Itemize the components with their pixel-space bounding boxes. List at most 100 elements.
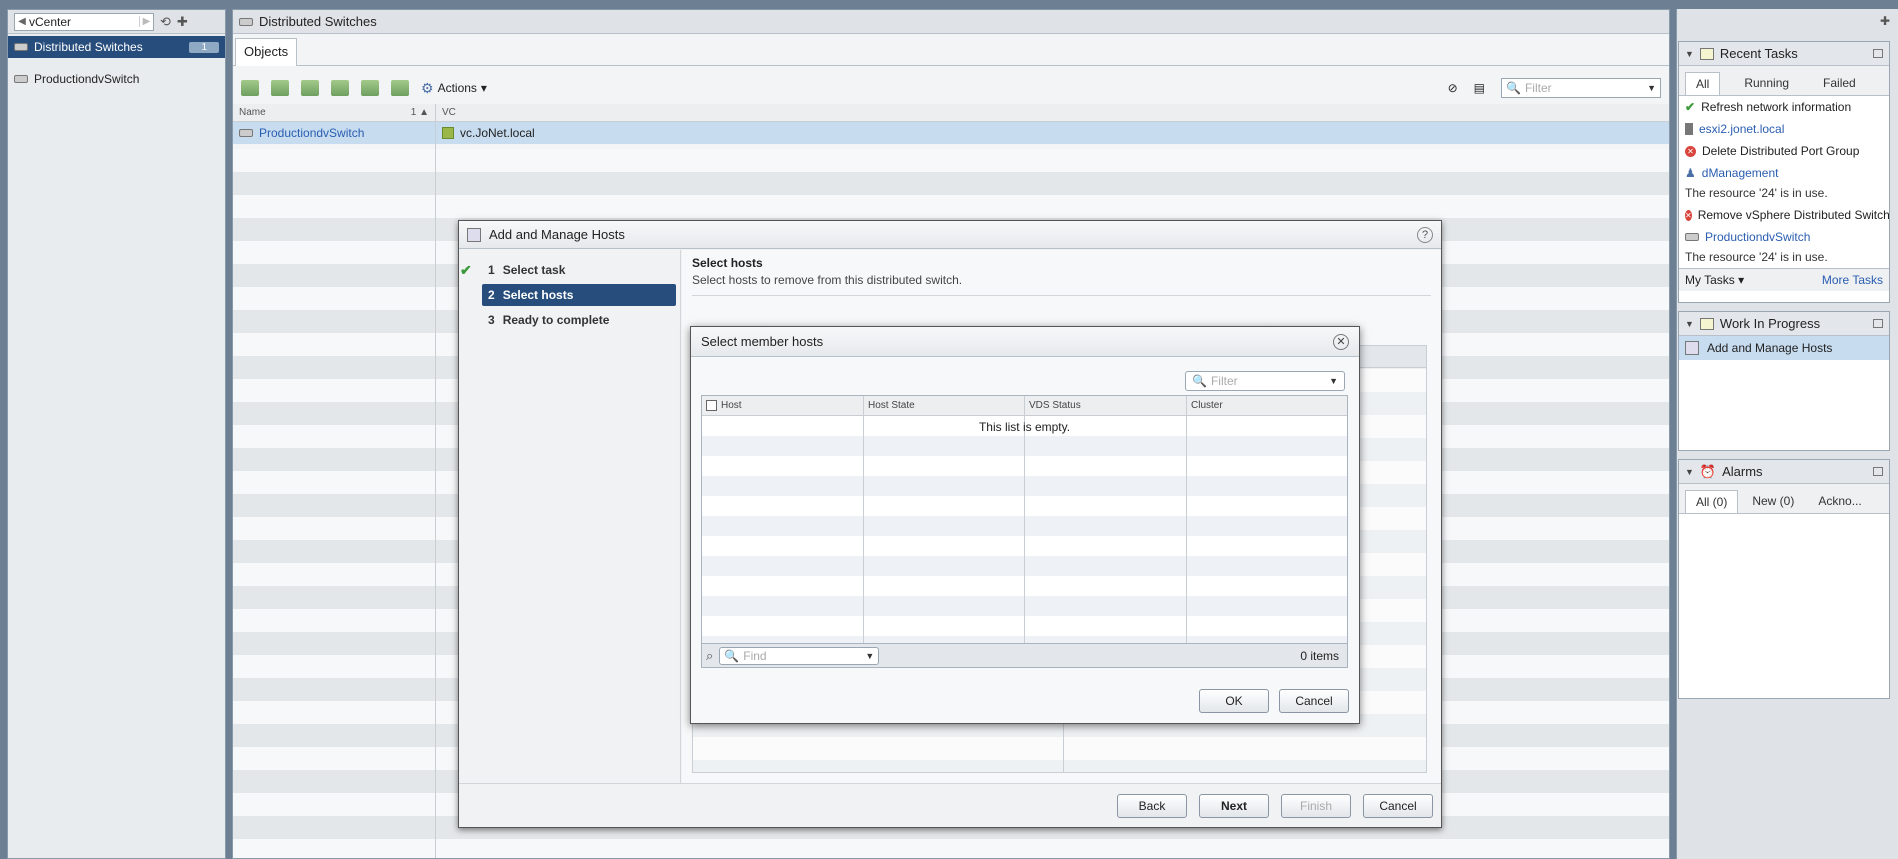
search-icon: 🔍 (724, 648, 740, 663)
alarms-title: Alarms (1722, 464, 1763, 479)
wizard-step-select-task[interactable]: ✔ 1 Select task (460, 259, 676, 281)
distributed-switch-icon (14, 43, 28, 51)
step-label: Select hosts (502, 288, 574, 302)
clear-filter-icon[interactable]: ⊘ (1448, 81, 1458, 95)
tab-objects[interactable]: Objects (235, 38, 298, 66)
export-config-icon[interactable] (391, 80, 409, 96)
task-name: Refresh network information (1701, 100, 1852, 114)
task-error-message: The resource '24' is in use. (1685, 186, 1828, 200)
my-tasks-dropdown[interactable]: My Tasks ▾ (1685, 273, 1744, 287)
maximize-icon[interactable] (1873, 49, 1883, 58)
new-switch-icon[interactable] (241, 80, 259, 96)
select-member-hosts-dialog: Select member hosts ✕ 🔍 Filter ▼ Host Ho… (690, 326, 1360, 724)
tab-all-alarms[interactable]: All (0) (1685, 490, 1739, 513)
step-label: Ready to complete (502, 313, 610, 327)
column-header-host-state[interactable]: Host State (864, 396, 1025, 415)
wizard-step-select-hosts[interactable]: 2 Select hosts (482, 284, 676, 306)
objects-filter-input[interactable]: 🔍 Filter ▼ (1501, 78, 1661, 98)
new-port-group-icon[interactable] (331, 80, 349, 96)
member-hosts-grid: Host Host State VDS Status Cluster This … (701, 395, 1348, 668)
right-panel: ✚ ▼ Recent Tasks All Running Failed ✔ Re… (1676, 9, 1898, 859)
alarms-tabs: All (0) New (0) Ackno... (1679, 484, 1889, 514)
cancel-button[interactable]: Cancel (1363, 793, 1433, 818)
tab-new-alarms[interactable]: New (0) (1742, 490, 1804, 513)
history-icon[interactable]: ⟲ (160, 14, 171, 30)
member-filter-input[interactable]: 🔍 Filter ▼ (1185, 371, 1345, 391)
select-all-checkbox[interactable] (706, 400, 717, 411)
chevron-left-icon: ◀ (18, 16, 26, 27)
add-manage-hosts-icon (1685, 341, 1699, 355)
error-icon: ✕ (1685, 209, 1692, 221)
more-tasks-link[interactable]: More Tasks (1822, 273, 1883, 287)
manage-port-groups-icon[interactable] (361, 80, 379, 96)
row-name-link[interactable]: ProductiondvSwitch (259, 126, 364, 140)
wip-icon (1699, 317, 1714, 330)
chevron-right-icon[interactable]: ▶ (139, 16, 153, 27)
maximize-icon[interactable] (1873, 467, 1883, 476)
collapse-icon[interactable]: ▼ (1685, 49, 1694, 59)
chevron-down-icon[interactable]: ▼ (1329, 376, 1338, 386)
recent-tasks-footer: My Tasks ▾ More Tasks (1679, 268, 1889, 291)
task-target-link[interactable]: esxi2.jonet.local (1699, 122, 1784, 136)
member-grid-header: Host Host State VDS Status Cluster (702, 396, 1347, 416)
ok-button[interactable]: OK (1199, 689, 1269, 713)
column-header-name-label: Name (239, 107, 266, 118)
column-header-host-label: Host (721, 400, 742, 411)
collapse-icon[interactable]: ▼ (1685, 467, 1694, 477)
chevron-down-icon[interactable]: ▼ (1647, 83, 1656, 93)
objects-filter-placeholder: Filter (1524, 81, 1552, 95)
success-check-icon: ✔ (1685, 100, 1696, 114)
back-button[interactable]: Back (1117, 793, 1187, 818)
finish-button[interactable]: Finish (1281, 793, 1351, 818)
column-divider (1024, 416, 1025, 643)
distributed-switch-icon (1685, 233, 1699, 241)
host-icon (1685, 123, 1693, 135)
task-target-link[interactable]: ProductiondvSwitch (1705, 230, 1810, 244)
navigator-item-productiondvswitch[interactable]: ProductiondvSwitch (8, 68, 225, 90)
member-dialog-title: Select member hosts (701, 334, 824, 349)
help-icon[interactable]: ? (1417, 226, 1433, 243)
task-item: ✕ Remove vSphere Distributed Switch (1679, 204, 1889, 226)
find-input[interactable]: 🔍 Find ▼ (719, 646, 880, 665)
navigator-back-button[interactable]: ◀ vCenter ▶ (14, 12, 154, 31)
vcenter-icon (442, 127, 454, 139)
collapse-icon[interactable]: ▼ (1685, 319, 1694, 329)
binoculars-icon[interactable]: ⌕ (706, 648, 713, 664)
wizard-step-ready[interactable]: 3 Ready to complete (482, 309, 676, 331)
add-manage-hosts-icon[interactable] (271, 80, 289, 96)
task-target-link[interactable]: dManagement (1702, 166, 1779, 180)
migrate-networking-icon[interactable] (301, 80, 319, 96)
actions-menu[interactable]: ⚙ Actions ▾ (421, 80, 487, 97)
wip-item[interactable]: Add and Manage Hosts (1679, 336, 1889, 360)
next-button[interactable]: Next (1199, 793, 1269, 818)
pin-icon[interactable]: ✚ (1880, 14, 1890, 28)
main-toolbar: ⚙ Actions ▾ ⊘ ▤ 🔍 Filter ▼ (233, 72, 1669, 104)
tab-all[interactable]: All (1685, 72, 1721, 95)
navigator-selected-item[interactable]: Distributed Switches 1 (8, 36, 225, 58)
member-dialog-buttons: OK Cancel (1199, 689, 1349, 713)
maximize-icon[interactable] (1873, 319, 1883, 328)
tab-failed[interactable]: Failed (1813, 72, 1866, 95)
cancel-button[interactable]: Cancel (1279, 689, 1349, 713)
main-tabbar: Objects (233, 34, 1669, 66)
column-header-vc[interactable]: VC (436, 104, 1669, 121)
distributed-switch-icon (14, 75, 28, 83)
add-manage-hosts-icon (467, 227, 481, 242)
close-icon[interactable]: ✕ (1333, 333, 1349, 350)
column-header-host[interactable]: Host (702, 396, 864, 415)
error-icon: ✕ (1685, 145, 1696, 157)
item-count: 0 items (1300, 648, 1339, 663)
export-list-icon[interactable]: ▤ (1474, 81, 1485, 95)
column-header-vds-status[interactable]: VDS Status (1025, 396, 1187, 415)
table-row[interactable]: ProductiondvSwitch vc.JoNet.local (233, 122, 1669, 144)
chevron-down-icon[interactable]: ▼ (865, 651, 874, 661)
column-header-name[interactable]: Name 1 ▲ (233, 104, 436, 121)
pin-icon[interactable]: ✚ (177, 14, 188, 30)
tab-acknowledged-alarms[interactable]: Ackno... (1808, 490, 1871, 513)
member-dialog-header: Select member hosts ✕ (691, 327, 1359, 357)
column-header-cluster[interactable]: Cluster (1187, 396, 1347, 415)
column-divider (1186, 416, 1187, 643)
navigator-item-label: ProductiondvSwitch (34, 72, 140, 86)
tab-running[interactable]: Running (1734, 72, 1799, 95)
tasks-icon (1699, 47, 1714, 60)
